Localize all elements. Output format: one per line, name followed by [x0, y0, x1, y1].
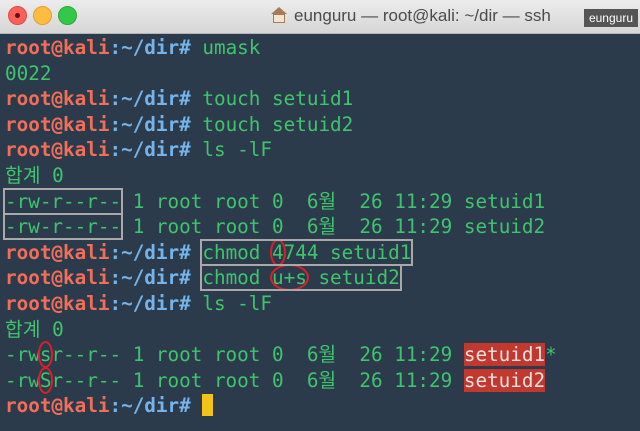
circled-text: u+s	[270, 264, 309, 292]
terminal-line: -rw-r--r-- 1 root root 0 6월 26 11:29 set…	[2, 187, 640, 215]
terminal-line: 합계 0	[5, 317, 640, 343]
boxed-text: -rw-r--r--	[2, 213, 124, 241]
terminal-line: root@kali:~/dir# chmod 4744 setuid1	[5, 238, 640, 266]
terminal-text: umask	[190, 36, 261, 59]
terminal-line: root@kali:~/dir#	[5, 393, 640, 419]
prompt-path: :~/dir#	[109, 112, 191, 136]
prompt-path: :~/dir#	[109, 87, 191, 111]
terminal-text: 합계 0	[5, 317, 64, 341]
terminal-text: ls -lF	[190, 291, 273, 315]
window-title: eunguru — root@kali: ~/dir — ssh	[270, 6, 551, 26]
terminal-line: 0022	[5, 61, 640, 87]
terminal-text: 합계 0	[5, 163, 64, 187]
terminal-line: root@kali:~/dir# touch setuid1	[5, 86, 640, 112]
terminal-line: root@kali:~/dir# touch setuid2	[5, 112, 640, 138]
prompt-path: :~/dir#	[109, 138, 191, 162]
terminal-text: touch setuid1	[190, 87, 354, 111]
terminal-text: chmod	[202, 240, 273, 264]
terminal-text: 744 setuid1	[283, 240, 412, 264]
terminal-cursor	[202, 394, 214, 417]
prompt-user: root@kali	[5, 112, 110, 136]
terminal-text: setuid2	[306, 266, 400, 290]
prompt-path: :~/dir#	[109, 266, 191, 290]
prompt-user: root@kali	[5, 266, 110, 290]
highlighted-filename: setuid1	[463, 343, 546, 367]
terminal-line: root@kali:~/dir# umask	[5, 35, 640, 61]
terminal-text: -rw	[5, 368, 40, 392]
terminal-line: 합계 0	[5, 163, 640, 189]
highlighted-filename: setuid2	[463, 368, 546, 392]
boxed-text: chmod u+s setuid2	[200, 264, 402, 292]
prompt-path: :~/dir#	[109, 240, 191, 264]
user-badge: eunguru	[583, 9, 638, 27]
window-titlebar: eunguru — root@kali: ~/dir — ssh eunguru	[0, 0, 640, 34]
prompt-user: root@kali	[5, 240, 110, 264]
terminal-text: 1 root root 0 6월 26 11:29 setuid1	[121, 189, 546, 213]
prompt-path: :~/dir#	[109, 394, 191, 418]
home-icon	[270, 7, 288, 23]
terminal-output[interactable]: root@kali:~/dir# umask 0022 root@kali:~/di…	[0, 34, 640, 419]
prompt-user: root@kali	[5, 36, 110, 59]
prompt-user: root@kali	[5, 87, 110, 111]
prompt-path: :~/dir#	[109, 291, 191, 315]
terminal-line: root@kali:~/dir# chmod u+s setuid2	[5, 264, 640, 292]
minimize-button[interactable]	[33, 6, 52, 25]
terminal-text: touch setuid2	[190, 112, 354, 136]
terminal-line: -rwSr--r-- 1 root root 0 6월 26 11:29 set…	[5, 366, 640, 394]
prompt-path: :~/dir#	[109, 36, 191, 59]
terminal-text: chmod	[202, 266, 273, 290]
terminal-text: 1 root root 0 6월 26 11:29 setuid2	[121, 215, 546, 239]
close-button[interactable]	[8, 6, 27, 25]
terminal-text: 0022	[5, 61, 52, 85]
zoom-button[interactable]	[58, 6, 77, 25]
prompt-user: root@kali	[5, 394, 110, 418]
boxed-text: chmod 4744 setuid1	[200, 238, 414, 266]
terminal-text: -rw	[5, 343, 40, 367]
prompt-user: root@kali	[5, 291, 110, 315]
terminal-text: r--r-- 1 root root 0 6월 26 11:29	[51, 368, 464, 392]
boxed-text: -rw-r--r--	[2, 187, 124, 215]
terminal-line: root@kali:~/dir# ls -lF	[5, 291, 640, 317]
terminal-text: *	[545, 343, 557, 367]
terminal-text: ls -lF	[190, 138, 273, 162]
terminal-text: r--r-- 1 root root 0 6월 26 11:29	[51, 343, 464, 367]
terminal-line: root@kali:~/dir# ls -lF	[5, 137, 640, 163]
terminal-line: -rw-r--r-- 1 root root 0 6월 26 11:29 set…	[2, 213, 640, 241]
terminal-line: -rwsr--r-- 1 root root 0 6월 26 11:29 set…	[5, 341, 640, 369]
prompt-user: root@kali	[5, 138, 110, 162]
window-title-text: eunguru — root@kali: ~/dir — ssh	[294, 6, 551, 25]
